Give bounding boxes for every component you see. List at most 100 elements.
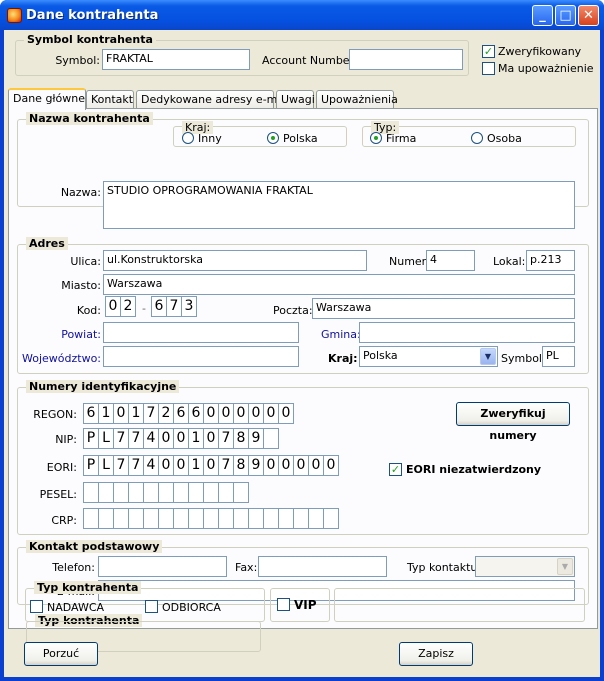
voivodeship-input[interactable] (103, 346, 299, 367)
regon-digit-cell[interactable]: 6 (173, 403, 189, 424)
pesel-digit-cell[interactable] (143, 482, 159, 503)
eori-digit-cell[interactable]: 7 (113, 455, 129, 476)
regon-digit-cell[interactable]: 6 (83, 403, 99, 424)
eori-digit-cell[interactable]: 0 (173, 455, 189, 476)
eori-input[interactable]: PL774001078900000 (83, 455, 339, 476)
crp-digit-cell[interactable] (233, 508, 249, 529)
regon-digit-cell[interactable]: 1 (128, 403, 144, 424)
nip-digit-cell[interactable]: L (98, 428, 114, 449)
pesel-input[interactable] (83, 482, 249, 503)
crp-digit-cell[interactable] (83, 508, 99, 529)
regon-digit-cell[interactable]: 0 (263, 403, 279, 424)
nip-digit-cell[interactable]: 0 (203, 428, 219, 449)
pesel-digit-cell[interactable] (128, 482, 144, 503)
county-input[interactable] (103, 322, 299, 343)
name-input[interactable]: STUDIO OPROGRAMOWANIA FRAKTAL (103, 181, 575, 229)
eori-digit-cell[interactable]: 8 (233, 455, 249, 476)
regon-digit-cell[interactable]: 0 (218, 403, 234, 424)
postal-digit[interactable]: 6 (151, 296, 167, 317)
eori-digit-cell[interactable]: 0 (278, 455, 294, 476)
postal-digit[interactable]: 2 (120, 296, 136, 317)
regon-input[interactable]: 61017266000000 (83, 403, 294, 424)
maximize-button[interactable]: □ (555, 5, 576, 26)
nip-digit-cell[interactable]: 7 (128, 428, 144, 449)
fax-input[interactable] (258, 556, 387, 577)
crp-digit-cell[interactable] (128, 508, 144, 529)
authorized-checkbox[interactable] (482, 62, 495, 75)
phone-input[interactable] (98, 556, 227, 577)
country-other-radio[interactable] (182, 132, 194, 144)
nip-digit-cell[interactable] (263, 428, 279, 449)
eori-digit-cell[interactable]: 9 (248, 455, 264, 476)
save-button[interactable]: Zapisz (399, 642, 473, 666)
nip-digit-cell[interactable]: 0 (173, 428, 189, 449)
eori-digit-cell[interactable]: 0 (308, 455, 324, 476)
sender-checkbox[interactable] (30, 600, 43, 613)
postal-code-part1[interactable]: 0 2 (105, 296, 136, 317)
regon-digit-cell[interactable]: 7 (143, 403, 159, 424)
type-company-radio[interactable] (370, 132, 382, 144)
crp-digit-cell[interactable] (263, 508, 279, 529)
crp-digit-cell[interactable] (248, 508, 264, 529)
country-poland-radio[interactable] (267, 132, 279, 144)
eori-unconfirmed-checkbox[interactable]: ✓ (389, 463, 402, 476)
crp-digit-cell[interactable] (293, 508, 309, 529)
pesel-digit-cell[interactable] (203, 482, 219, 503)
nip-digit-cell[interactable]: 1 (188, 428, 204, 449)
eori-digit-cell[interactable]: 7 (128, 455, 144, 476)
tab-uwagi[interactable]: Uwagi (276, 90, 315, 109)
pesel-digit-cell[interactable] (173, 482, 189, 503)
verify-numbers-button[interactable]: Zweryfikuj numery (456, 402, 570, 442)
number-input[interactable]: 4 (426, 250, 475, 271)
city-input[interactable]: Warszawa (103, 274, 575, 295)
regon-digit-cell[interactable]: 1 (98, 403, 114, 424)
symbol-input[interactable]: FRAKTAL (102, 49, 250, 70)
nip-digit-cell[interactable]: 4 (143, 428, 159, 449)
unit-input[interactable]: p.213 (526, 250, 575, 271)
crp-digit-cell[interactable] (278, 508, 294, 529)
postal-code-part2[interactable]: 6 7 3 (151, 296, 197, 317)
pesel-digit-cell[interactable] (218, 482, 234, 503)
nip-digit-cell[interactable]: P (83, 428, 99, 449)
recipient-checkbox[interactable] (145, 600, 158, 613)
crp-digit-cell[interactable] (173, 508, 189, 529)
type-person-radio[interactable] (471, 132, 483, 144)
nip-digit-cell[interactable]: 7 (113, 428, 129, 449)
crp-digit-cell[interactable] (188, 508, 204, 529)
nip-digit-cell[interactable]: 7 (218, 428, 234, 449)
account-number-input[interactable] (349, 49, 463, 70)
crp-digit-cell[interactable] (308, 508, 324, 529)
regon-digit-cell[interactable]: 6 (188, 403, 204, 424)
tab-kontakt[interactable]: Kontakt (86, 90, 134, 109)
regon-digit-cell[interactable]: 0 (113, 403, 129, 424)
regon-digit-cell[interactable]: 0 (278, 403, 294, 424)
street-input[interactable]: ul.Konstruktorska (103, 250, 367, 271)
crp-digit-cell[interactable] (218, 508, 234, 529)
eori-digit-cell[interactable]: 0 (158, 455, 174, 476)
minimize-button[interactable]: _ (532, 5, 553, 26)
postal-digit[interactable]: 0 (105, 296, 121, 317)
eori-digit-cell[interactable]: P (83, 455, 99, 476)
eori-digit-cell[interactable]: 0 (263, 455, 279, 476)
nip-input[interactable]: PL7740010789 (83, 428, 279, 449)
nip-digit-cell[interactable]: 9 (248, 428, 264, 449)
eori-digit-cell[interactable]: L (98, 455, 114, 476)
verified-checkbox[interactable]: ✓ (482, 45, 495, 58)
close-button[interactable]: ✕ (578, 5, 599, 26)
pesel-digit-cell[interactable] (98, 482, 114, 503)
pesel-digit-cell[interactable] (158, 482, 174, 503)
commune-input[interactable] (359, 322, 575, 343)
crp-digit-cell[interactable] (158, 508, 174, 529)
country-select[interactable]: Polska ▼ (359, 346, 498, 367)
nip-digit-cell[interactable]: 0 (158, 428, 174, 449)
eori-digit-cell[interactable]: 1 (188, 455, 204, 476)
postal-digit[interactable]: 3 (181, 296, 197, 317)
crp-digit-cell[interactable] (143, 508, 159, 529)
pesel-digit-cell[interactable] (233, 482, 249, 503)
eori-digit-cell[interactable]: 0 (203, 455, 219, 476)
chevron-down-icon[interactable]: ▼ (557, 558, 573, 575)
pesel-digit-cell[interactable] (188, 482, 204, 503)
pesel-digit-cell[interactable] (83, 482, 99, 503)
chevron-down-icon[interactable]: ▼ (480, 348, 496, 365)
postal-digit[interactable]: 7 (166, 296, 182, 317)
